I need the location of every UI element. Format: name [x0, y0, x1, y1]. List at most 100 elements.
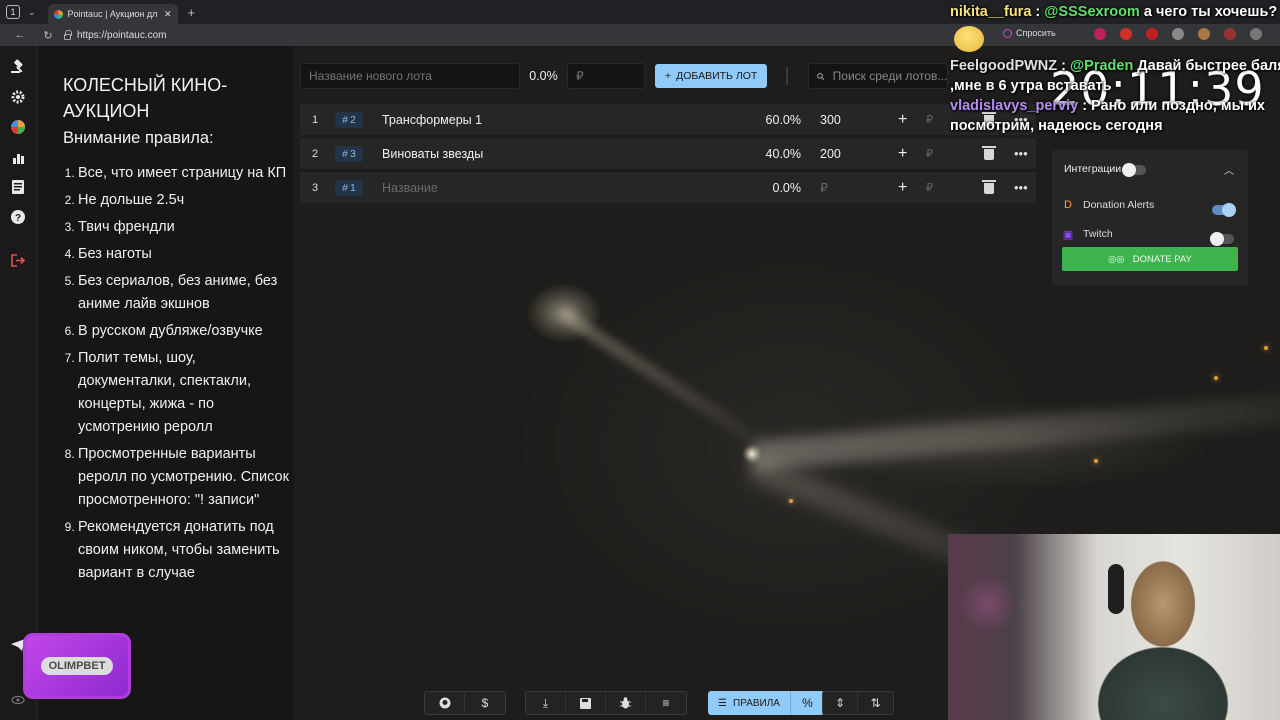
tab-count-icon[interactable]: 1: [6, 5, 20, 19]
rule-item: В русском дубляже/озвучке: [78, 320, 294, 343]
history-document-icon[interactable]: [9, 178, 27, 196]
add-lot-label: ДОБАВИТЬ ЛОТ: [676, 70, 758, 82]
percent-icon[interactable]: %: [790, 691, 824, 715]
auction-gavel-icon[interactable]: [9, 58, 27, 76]
help-icon[interactable]: ?: [9, 208, 27, 226]
compress-icon[interactable]: ⇕: [823, 692, 858, 714]
ruble-icon: ₽: [926, 182, 933, 194]
lot-row[interactable]: 1 #2 Трансформеры 1 60.0% 300 + ₽ •••: [300, 104, 1036, 135]
add-amount-icon[interactable]: +: [898, 179, 907, 197]
lot-id-badge: #1: [335, 179, 363, 196]
lot-name-input[interactable]: Название: [382, 181, 438, 195]
background-ember: [1264, 346, 1268, 350]
browser-tab[interactable]: Pointauc | Аукцион дл ✕: [47, 4, 178, 24]
lots-list: 1 #2 Трансформеры 1 60.0% 300 + ₽ ••• 2 …: [300, 104, 1036, 206]
sort-list-icon[interactable]: ≡: [646, 692, 686, 714]
chat-text: Рано или поздно, мы их: [1091, 98, 1265, 114]
lot-row[interactable]: 3 #1 Название 0.0% ₽ + ₽ •••: [300, 172, 1036, 203]
streamer-webcam: [948, 534, 1280, 720]
chat-text: ,мне в 6 утра вставать: [950, 78, 1112, 94]
bug-icon[interactable]: [606, 692, 646, 714]
background-ember: [789, 499, 793, 503]
plus-icon: +: [665, 70, 672, 82]
chat-username: vladislavys_perviy: [950, 98, 1079, 114]
rule-item: Просмотренные варианты реролл по усмотре…: [78, 443, 294, 512]
lot-id: 3: [350, 147, 356, 160]
close-tab-icon[interactable]: ✕: [164, 9, 172, 20]
rule-item: Рекомендуется донатить под своим ником, …: [78, 516, 294, 585]
lot-row[interactable]: 2 #3 Виноваты звезды 40.0% 200 + ₽ •••: [300, 138, 1036, 169]
logout-icon[interactable]: [9, 251, 27, 269]
github-icon[interactable]: [425, 692, 465, 714]
settings-gear-icon[interactable]: [9, 88, 27, 106]
headphones: [1108, 564, 1124, 614]
lot-id-badge: #2: [335, 111, 363, 128]
chat-separator: :: [1078, 98, 1092, 114]
chat-text: Давай быстрее баля: [1133, 58, 1280, 74]
donate-pay-icon: ◎◎: [1108, 253, 1125, 265]
integrations-toggle[interactable]: [1122, 163, 1146, 177]
donation-alerts-icon: D: [1064, 199, 1072, 211]
service-name: Twitch: [1083, 228, 1113, 240]
tab-dropdown-icon[interactable]: ⌄: [28, 7, 36, 18]
rule-item: Не дольше 2.5ч: [78, 189, 294, 212]
rules-list: Все, что имеет страницу на КП Не дольше …: [63, 162, 294, 585]
save-icon[interactable]: [566, 692, 606, 714]
wheel-icon[interactable]: [9, 118, 27, 136]
sort-arrows-icon[interactable]: ⇅: [858, 692, 893, 714]
reload-icon[interactable]: ↻: [40, 29, 56, 42]
lot-index: 3: [312, 181, 319, 194]
new-tab-icon[interactable]: +: [188, 5, 196, 20]
search-icon: [817, 72, 825, 80]
rules-panel: КОЛЕСНЫЙ КИНО-АУКЦИОН Внимание правила: …: [38, 46, 294, 720]
twitch-row: ▣ Twitch: [1062, 228, 1113, 241]
more-options-icon[interactable]: •••: [1014, 180, 1028, 195]
lot-name[interactable]: Трансформеры 1: [382, 113, 482, 127]
bottom-toolbar-links: $: [424, 691, 506, 715]
add-lot-button[interactable]: + ДОБАВИТЬ ЛОТ: [655, 64, 768, 88]
donate-pay-button[interactable]: ◎◎ DONATE PAY: [1062, 247, 1238, 271]
chat-separator: :: [1057, 58, 1071, 74]
app-sidebar: ?: [0, 46, 37, 720]
dollar-icon[interactable]: $: [465, 692, 505, 714]
lot-search-input[interactable]: Поиск среди лотов...: [808, 63, 949, 89]
chat-username: nikita__fura: [950, 4, 1032, 20]
more-options-icon[interactable]: •••: [1014, 146, 1028, 161]
sponsor-badge: OLIMPBET: [23, 633, 131, 699]
download-icon[interactable]: ⤓: [526, 692, 566, 714]
hash-icon: #: [342, 147, 348, 160]
rules-list-icon: ☰: [718, 697, 727, 709]
url-text: https://pointauc.com: [77, 29, 167, 41]
lot-amount[interactable]: 300: [820, 113, 841, 127]
twitch-toggle[interactable]: [1210, 232, 1234, 246]
lot-name[interactable]: Виноваты звезды: [382, 147, 483, 161]
chat-message: FeelgoodPWNZ : @Praden Давай быстрее бал…: [950, 58, 1280, 74]
add-amount-icon[interactable]: +: [898, 111, 907, 129]
new-lot-amount-input[interactable]: [567, 63, 645, 89]
donation-alerts-toggle[interactable]: [1212, 203, 1236, 217]
add-amount-icon[interactable]: +: [898, 145, 907, 163]
background-light-beam: [750, 393, 1280, 471]
background-light-beam: [560, 309, 753, 441]
chat-message-continued: посмотрим, надеюсь сегодня: [950, 118, 1163, 134]
lot-percent: 60.0%: [765, 112, 801, 127]
url-field[interactable]: https://pointauc.com: [64, 29, 167, 41]
statistics-icon[interactable]: [9, 148, 27, 166]
rules-button-label: ПРАВИЛА: [733, 697, 780, 709]
delete-icon[interactable]: [982, 146, 996, 160]
lot-amount[interactable]: 200: [820, 147, 841, 161]
chevron-up-icon[interactable]: ︿: [1224, 162, 1234, 177]
donate-pay-label: DONATE PAY: [1132, 253, 1192, 265]
rule-item: Без сериалов, без аниме, без аниме лайв …: [78, 270, 294, 316]
pointauc-favicon-icon: [53, 9, 63, 19]
lot-amount-input[interactable]: ₽: [820, 180, 828, 195]
chat-separator: :: [1031, 4, 1045, 20]
back-icon[interactable]: ←: [12, 29, 28, 41]
lot-id-badge: #3: [335, 145, 363, 162]
rules-button[interactable]: ☰ ПРАВИЛА: [708, 691, 790, 715]
chat-message: nikita__fura : @SSSexroom а чего ты хоче…: [950, 4, 1277, 20]
chat-message-continued: ,мне в 6 утра вставать: [950, 78, 1112, 94]
new-lot-name-input[interactable]: [300, 63, 520, 89]
background-ember: [1214, 376, 1218, 380]
delete-icon[interactable]: [982, 180, 996, 194]
